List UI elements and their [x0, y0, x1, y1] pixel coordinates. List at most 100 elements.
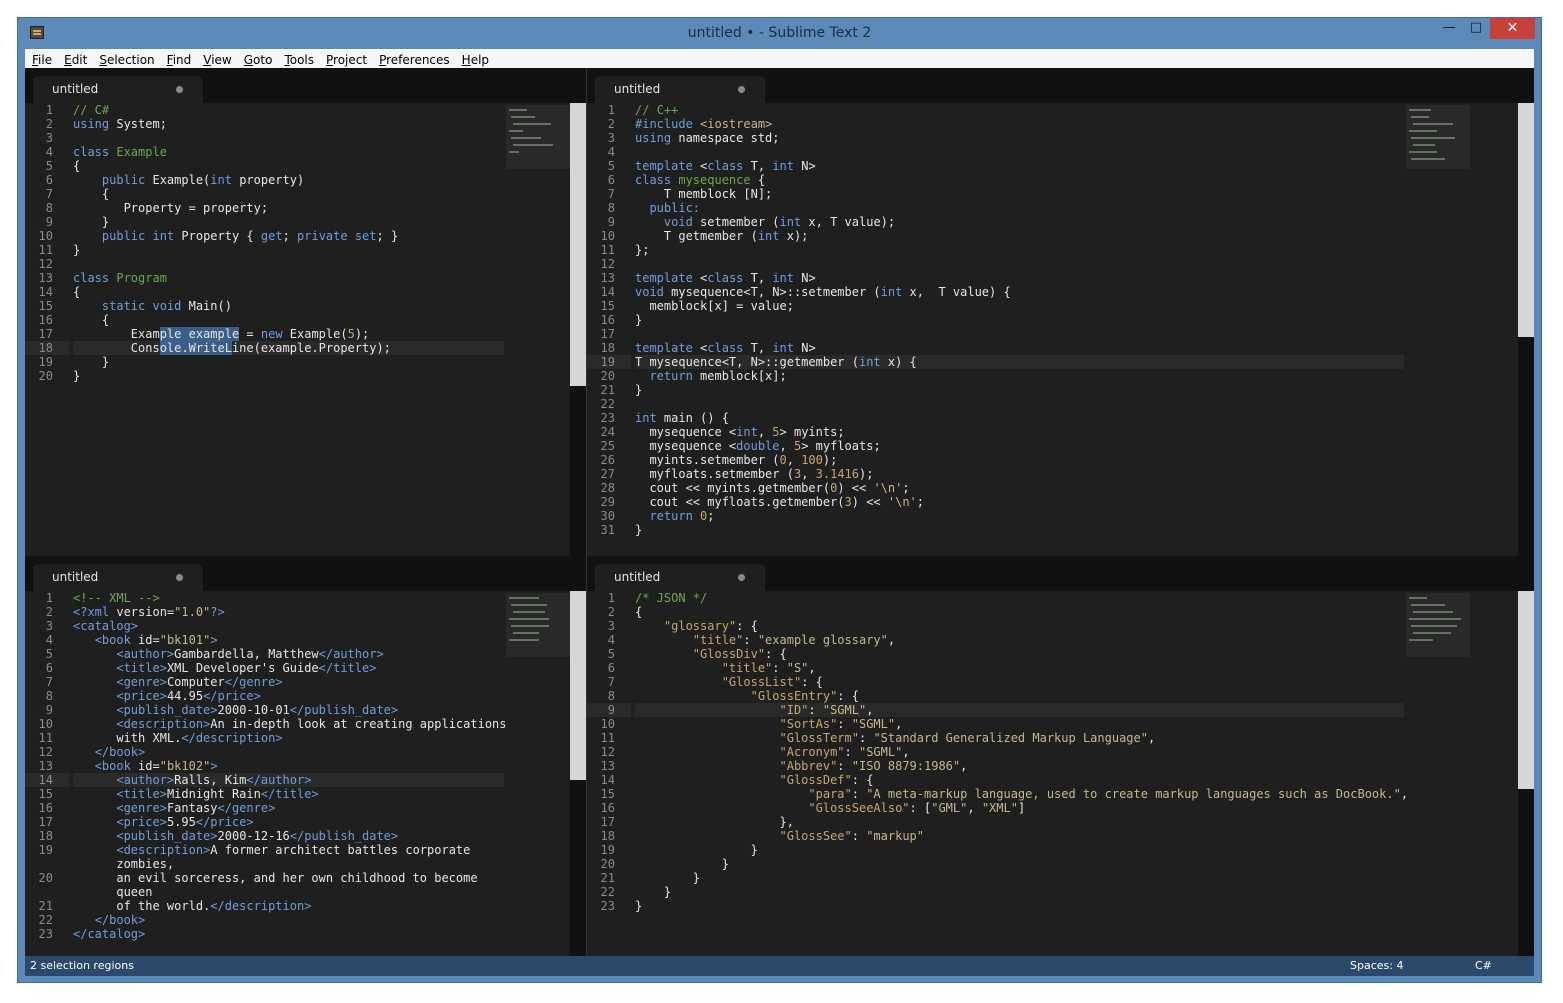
code-line[interactable]: <genre>Fantasy</genre>: [73, 801, 504, 815]
code-line[interactable]: }: [635, 313, 1404, 327]
unsaved-dot-icon[interactable]: [738, 574, 745, 581]
code-line[interactable]: myints.setmember (0, 100);: [635, 453, 1404, 467]
unsaved-dot-icon[interactable]: [738, 86, 745, 93]
code-line[interactable]: }: [635, 857, 1404, 871]
code-line[interactable]: "GlossSeeAlso": ["GML", "XML"]: [635, 801, 1404, 815]
code-area[interactable]: // C++ #include <iostream> using namespace…: [635, 103, 1404, 556]
code-line[interactable]: }: [635, 843, 1404, 857]
code-line[interactable]: memblock[x] = value;: [635, 299, 1404, 313]
tab-untitled[interactable]: untitled: [33, 76, 203, 103]
code-line[interactable]: "Acronym": "SGML",: [635, 745, 1404, 759]
code-line[interactable]: Example example = new Example(5);: [73, 327, 504, 341]
code-line[interactable]: template <class T, int N>: [635, 341, 1404, 355]
code-line[interactable]: using namespace std;: [635, 131, 1404, 145]
code-line[interactable]: int main () {: [635, 411, 1404, 425]
code-line[interactable]: {: [73, 187, 504, 201]
code-line[interactable]: "title": "S",: [635, 661, 1404, 675]
code-line[interactable]: T mysequence<T, N>::getmember (int x) {: [635, 355, 1404, 369]
unsaved-dot-icon[interactable]: [176, 86, 183, 93]
code-line[interactable]: <author>Ralls, Kim</author>: [73, 773, 504, 787]
code-line[interactable]: return 0;: [635, 509, 1404, 523]
code-area[interactable]: <!-- XML --> <?xml version="1.0"?> <catalo…: [73, 591, 507, 956]
code-line[interactable]: }: [635, 899, 1404, 913]
code-line[interactable]: <catalog>: [73, 619, 504, 633]
code-line[interactable]: {: [73, 159, 504, 173]
code-line[interactable]: "ID": "SGML",: [635, 703, 1404, 717]
code-line[interactable]: }: [635, 885, 1404, 899]
code-line[interactable]: };: [635, 243, 1404, 257]
code-line[interactable]: [635, 145, 1404, 159]
code-line[interactable]: "para": "A meta-markup language, used to…: [635, 787, 1408, 801]
code-line[interactable]: <description>An in-depth look at creatin…: [73, 717, 506, 731]
scrollbar-thumb[interactable]: [570, 591, 586, 780]
code-line[interactable]: }: [635, 871, 1404, 885]
minimap[interactable]: [1406, 105, 1470, 169]
code-line[interactable]: public Example(int property): [73, 173, 504, 187]
code-line[interactable]: <title>Midnight Rain</title>: [73, 787, 504, 801]
code-line[interactable]: myfloats.setmember (3, 3.1416);: [635, 467, 1404, 481]
code-line[interactable]: "glossary": {: [635, 619, 1404, 633]
code-line[interactable]: [73, 131, 504, 145]
unsaved-dot-icon[interactable]: [176, 574, 183, 581]
code-line[interactable]: }: [73, 355, 504, 369]
code-line[interactable]: Property = property;: [73, 201, 504, 215]
code-line[interactable]: queen: [73, 885, 504, 899]
code-line[interactable]: }: [73, 243, 504, 257]
code-line[interactable]: {: [73, 285, 504, 299]
code-line[interactable]: class mysequence {: [635, 173, 1404, 187]
tab-untitled[interactable]: untitled: [595, 564, 765, 591]
code-line[interactable]: <description>A former architect battles …: [73, 843, 504, 857]
code-line[interactable]: static void Main(): [73, 299, 504, 313]
editor-pane-json[interactable]: untitled 1 2 3 4 5 6 7 8 9 10 11 12 13 14 15 16 17 18 19 20 2…: [587, 556, 1534, 956]
code-line[interactable]: an evil sorceress, and her own childhood…: [73, 871, 504, 885]
code-line[interactable]: <!-- XML -->: [73, 591, 504, 605]
maximize-button[interactable]: □: [1462, 18, 1490, 39]
vertical-scrollbar[interactable]: [570, 591, 586, 956]
code-line[interactable]: "GlossDiv": {: [635, 647, 1404, 661]
code-line[interactable]: [635, 397, 1404, 411]
code-line[interactable]: "SortAs": "SGML",: [635, 717, 1404, 731]
minimize-button[interactable]: —: [1436, 18, 1462, 39]
code-line[interactable]: mysequence <double, 5> myfloats;: [635, 439, 1404, 453]
code-line[interactable]: [635, 327, 1404, 341]
code-line[interactable]: Console.WriteLine(example.Property);: [73, 341, 504, 355]
scrollbar-thumb[interactable]: [1518, 103, 1534, 337]
code-line[interactable]: {: [73, 313, 504, 327]
code-line[interactable]: void setmember (int x, T value);: [635, 215, 1404, 229]
code-line[interactable]: }: [73, 369, 504, 383]
scrollbar-thumb[interactable]: [570, 103, 586, 386]
code-line[interactable]: <price>44.95</price>: [73, 689, 504, 703]
code-line[interactable]: "Abbrev": "ISO 8879:1986",: [635, 759, 1404, 773]
code-area[interactable]: // C# using System; class Example{ public …: [73, 103, 504, 556]
code-line[interactable]: </catalog>: [73, 927, 504, 941]
code-line[interactable]: zombies,: [73, 857, 504, 871]
code-line[interactable]: }: [73, 215, 504, 229]
code-line[interactable]: [73, 257, 504, 271]
minimap[interactable]: [506, 593, 570, 657]
code-line[interactable]: </book>: [73, 913, 504, 927]
code-line[interactable]: <book id="bk102">: [73, 759, 504, 773]
code-line[interactable]: template <class T, int N>: [635, 271, 1404, 285]
code-line[interactable]: <?xml version="1.0"?>: [73, 605, 504, 619]
code-line[interactable]: [635, 257, 1404, 271]
code-line[interactable]: "GlossDef": {: [635, 773, 1404, 787]
code-line[interactable]: class Example: [73, 145, 504, 159]
editor-pane-csharp[interactable]: untitled 1 2 3 4 5 6 7 8 9 10 11 12 13 14 15 16 17 18 19 20/…: [25, 68, 586, 556]
minimap[interactable]: [506, 105, 570, 169]
code-line[interactable]: // C++: [635, 103, 1404, 117]
code-line[interactable]: cout << myfloats.getmember(3) << '\n';: [635, 495, 1404, 509]
code-line[interactable]: public:: [635, 201, 1404, 215]
code-line[interactable]: /* JSON */: [635, 591, 1404, 605]
code-line[interactable]: return memblock[x];: [635, 369, 1404, 383]
code-line[interactable]: <author>Gambardella, Matthew</author>: [73, 647, 504, 661]
code-line[interactable]: // C#: [73, 103, 504, 117]
code-line[interactable]: mysequence <int, 5> myints;: [635, 425, 1404, 439]
code-line[interactable]: {: [635, 605, 1404, 619]
code-line[interactable]: "GlossList": {: [635, 675, 1404, 689]
code-line[interactable]: "GlossTerm": "Standard Generalized Marku…: [635, 731, 1404, 745]
title-bar[interactable]: untitled • - Sublime Text 2 — □ ✕: [18, 18, 1541, 49]
code-line[interactable]: template <class T, int N>: [635, 159, 1404, 173]
code-line[interactable]: <publish_date>2000-12-16</publish_date>: [73, 829, 504, 843]
code-line[interactable]: "GlossSee": "markup": [635, 829, 1404, 843]
code-line[interactable]: "GlossEntry": {: [635, 689, 1404, 703]
